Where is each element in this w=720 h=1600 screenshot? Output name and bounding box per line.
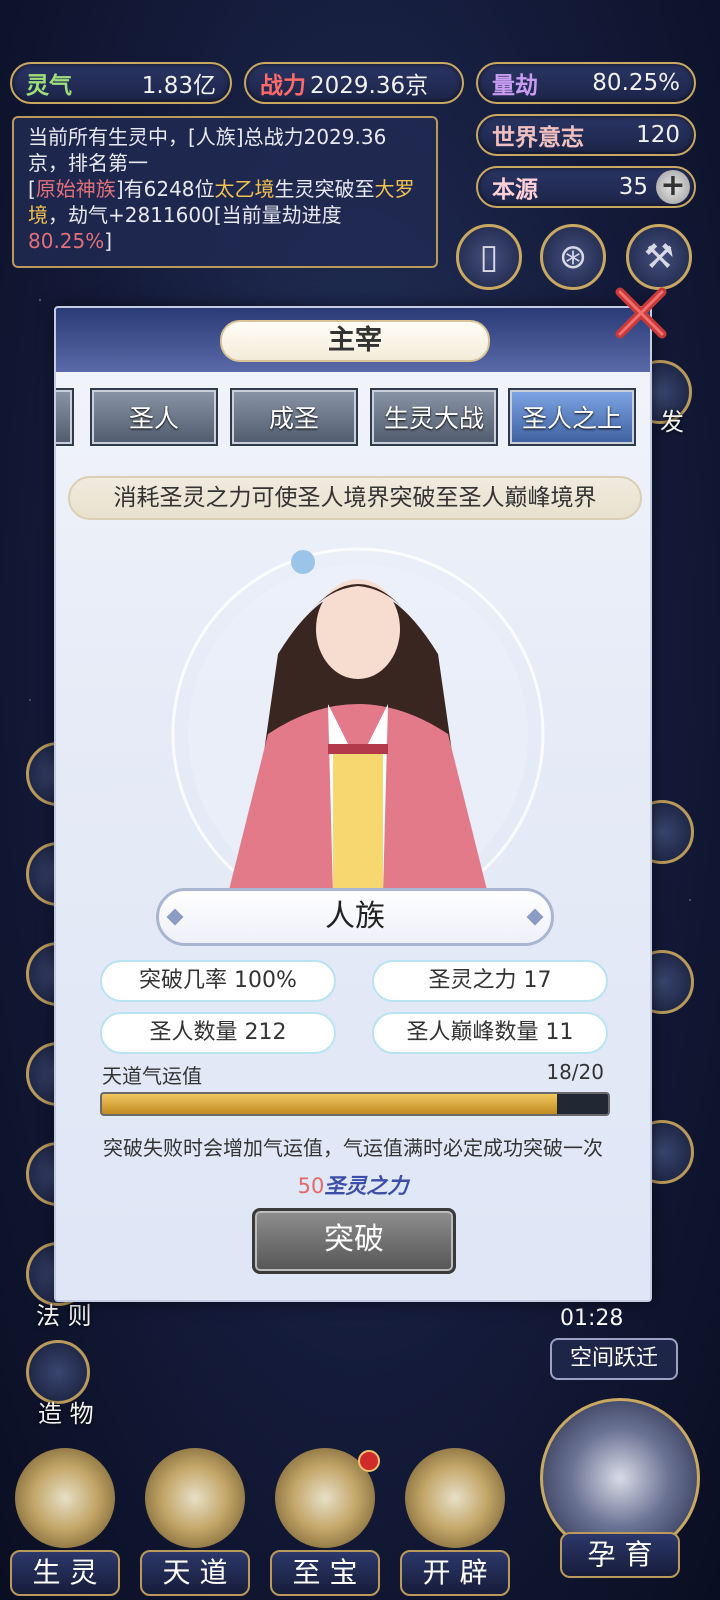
character-portrait — [171, 547, 545, 894]
peak-saint-count-stat: 圣人巅峰数量 11 — [372, 1012, 608, 1054]
fortune-note: 突破失败时会增加气运值，气运值满时必定成功突破一次 — [103, 1136, 603, 1160]
vortex-icon[interactable]: ⊛ — [540, 224, 606, 290]
close-icon[interactable] — [612, 284, 670, 342]
cost-amount: 50 — [297, 1174, 325, 1198]
zhanli-label: 战力 — [260, 72, 306, 99]
shijie-resource: 世界意志 120 — [476, 114, 696, 156]
message-line-2: [原始神族]有6248位太乙境生灵突破至大罗境，劫气+2811600[当前量劫进… — [28, 176, 422, 254]
creation-label: 造 物 — [38, 1400, 94, 1428]
dialog-description: 消耗圣灵之力可使圣人境界突破至圣人巅峰境界 — [68, 476, 642, 520]
fortune-label: 天道气运值 — [102, 1064, 202, 1088]
benyuan-resource: 本源 35 + — [476, 166, 696, 208]
nav-heaven-label: 天 道 — [140, 1550, 250, 1596]
tab-become-saint[interactable]: 成圣 — [230, 388, 358, 446]
liangjie-resource: 量劫 80.25% — [476, 62, 696, 104]
nav-create-label: 开 辟 — [400, 1550, 510, 1596]
fortune-progress-fill — [102, 1094, 558, 1114]
message-line-1: 当前所有生灵中，[人族]总战力2029.36京，排名第一 — [28, 125, 387, 175]
fortune-value: 18/20 — [546, 1060, 604, 1084]
warp-timer: 01:28 — [560, 1306, 624, 1331]
saint-power-stat: 圣灵之力 17 — [372, 960, 608, 1002]
msg-text-a: ]有6248位 — [115, 177, 215, 201]
break-rate-stat: 突破几率 100% — [100, 960, 336, 1002]
msg-bracket-close: ] — [104, 229, 113, 253]
msg-progress: 80.25% — [28, 229, 105, 253]
benyuan-label: 本源 — [492, 176, 538, 203]
nav-treasure-label: 至 宝 — [270, 1550, 380, 1596]
liangjie-label: 量劫 — [492, 72, 538, 99]
nurture-button[interactable]: 孕 育 — [530, 1398, 710, 1588]
tab-beyond-saint[interactable]: 圣人之上 — [508, 388, 636, 446]
nav-create[interactable]: 开 辟 — [400, 1448, 510, 1598]
nav-creatures-label: 生 灵 — [10, 1550, 120, 1596]
heaven-emblem-icon — [145, 1448, 245, 1548]
tab-creature-war[interactable]: 生灵大战 — [370, 388, 498, 446]
break-cost: 50圣灵之力 — [56, 1170, 650, 1200]
zhanli-resource: 战力 2029.36京 — [244, 62, 464, 104]
nav-heaven[interactable]: 天 道 — [140, 1448, 250, 1598]
nurture-label: 孕 育 — [560, 1532, 680, 1578]
tab-saint[interactable]: 圣人 — [90, 388, 218, 446]
liangjie-value: 80.25% — [592, 70, 680, 96]
hammer-icon[interactable]: ⚒ — [626, 224, 692, 290]
creatures-emblem-icon — [15, 1448, 115, 1548]
msg-realm-from: 太乙境 — [214, 177, 275, 201]
create-emblem-icon — [405, 1448, 505, 1548]
msg-text-b: 生灵突破至 — [274, 177, 375, 201]
msg-text-c: ，劫气+2811600[当前量劫进度 — [48, 203, 342, 227]
dominator-dialog: 主宰 圣人 成圣 生灵大战 圣人之上 消耗圣灵之力可使圣人境界突破至圣人巅峰境界… — [54, 306, 652, 1302]
tab-hidden-left[interactable] — [56, 388, 74, 446]
shijie-value: 120 — [636, 122, 680, 148]
space-warp-button[interactable]: 空间跃迁 — [550, 1338, 678, 1380]
shijie-label: 世界意志 — [492, 124, 584, 151]
lingqi-label: 灵气 — [26, 72, 72, 99]
tab-bar: 圣人 成圣 生灵大战 圣人之上 — [56, 388, 650, 446]
race-name-banner: 人族 — [156, 888, 554, 946]
cost-unit: 圣灵之力 — [324, 1174, 409, 1198]
lingqi-value: 1.83亿 — [141, 73, 216, 99]
breakthrough-button[interactable]: 突破 — [252, 1208, 456, 1274]
side-right-partial-label: 发 — [660, 408, 684, 436]
zhanli-value: 2029.36京 — [310, 73, 429, 99]
msg-bracket-open: [ — [28, 177, 36, 201]
dialog-title: 主宰 — [220, 320, 490, 362]
lingqi-resource: 灵气 1.83亿 — [10, 62, 232, 104]
msg-race-name: 原始神族 — [35, 177, 116, 201]
notification-dot — [358, 1450, 380, 1472]
benyuan-value: 35 — [618, 174, 648, 200]
nav-creatures[interactable]: 生 灵 — [10, 1448, 120, 1598]
saint-count-stat: 圣人数量 212 — [100, 1012, 336, 1054]
world-message-box: 当前所有生灵中，[人族]总战力2029.36京，排名第一 [原始神族]有6248… — [12, 116, 438, 268]
add-benyuan-button[interactable]: + — [656, 170, 690, 204]
fortune-progress-bar — [100, 1092, 610, 1116]
nav-treasure[interactable]: 至 宝 — [270, 1448, 380, 1598]
scroll-icon[interactable]: ▯ — [456, 224, 522, 290]
